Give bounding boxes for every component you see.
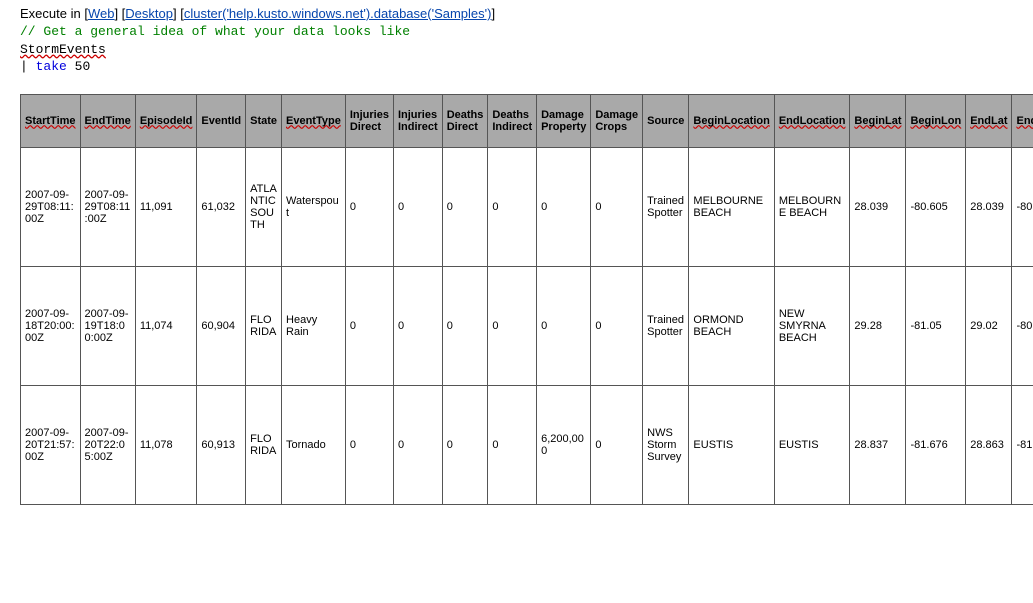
- results-table: StartTimeEndTimeEpisodeIdEventIdStateEve…: [20, 94, 1033, 505]
- table-cell: 0: [488, 266, 537, 385]
- table-cell: 0: [442, 266, 488, 385]
- table-cell: 0: [442, 385, 488, 504]
- col-header: Damage Property: [537, 94, 591, 147]
- table-cell: Heavy Rain: [282, 266, 346, 385]
- table-cell: 0: [591, 266, 643, 385]
- table-cell: EUSTIS: [689, 385, 774, 504]
- table-cell: EUSTIS: [774, 385, 850, 504]
- col-header: StartTime: [21, 94, 81, 147]
- table-cell: 2007-09-18T20:00:00Z: [21, 266, 81, 385]
- table-cell: Waterspout: [282, 147, 346, 266]
- table-cell: 0: [591, 147, 643, 266]
- table-cell: 0: [393, 385, 442, 504]
- col-header: EndTime: [80, 94, 135, 147]
- table-cell: -81.685: [1012, 385, 1033, 504]
- table-cell: 0: [537, 147, 591, 266]
- code-keyword-take: take: [36, 59, 67, 74]
- table-cell: ATLANTIC SOUTH: [246, 147, 282, 266]
- table-cell: NEW SMYRNA BEACH: [774, 266, 850, 385]
- col-header: EventId: [197, 94, 246, 147]
- query-editor[interactable]: // Get a general idea of what your data …: [20, 23, 1013, 76]
- col-header: Damage Crops: [591, 94, 643, 147]
- col-header: EventType: [282, 94, 346, 147]
- table-cell: 29.02: [966, 266, 1012, 385]
- table-cell: -80.605: [906, 147, 966, 266]
- table-cell: 2007-09-19T18:00:00Z: [80, 266, 135, 385]
- table-cell: 0: [345, 385, 393, 504]
- table-cell: FLORIDA: [246, 266, 282, 385]
- table-header-row: StartTimeEndTimeEpisodeIdEventIdStateEve…: [21, 94, 1033, 147]
- table-cell: 0: [345, 147, 393, 266]
- table-cell: -81.676: [906, 385, 966, 504]
- code-pipe: |: [20, 59, 28, 74]
- table-cell: Trained Spotter: [643, 266, 689, 385]
- col-header: Deaths Indirect: [488, 94, 537, 147]
- col-header: Source: [643, 94, 689, 147]
- col-header: BeginLocation: [689, 94, 774, 147]
- table-cell: -80.93: [1012, 266, 1033, 385]
- col-header: Injuries Direct: [345, 94, 393, 147]
- table-cell: 11,074: [135, 266, 197, 385]
- code-table-name: StormEvents: [20, 42, 106, 57]
- table-cell: 6,200,000: [537, 385, 591, 504]
- table-cell: Tornado: [282, 385, 346, 504]
- table-cell: 28.039: [966, 147, 1012, 266]
- col-header: Deaths Direct: [442, 94, 488, 147]
- table-cell: 11,091: [135, 147, 197, 266]
- table-body: 2007-09-29T08:11:00Z2007-09-29T08:11:00Z…: [21, 147, 1033, 504]
- table-row: 2007-09-18T20:00:00Z2007-09-19T18:00:00Z…: [21, 266, 1033, 385]
- col-header: EndLon: [1012, 94, 1033, 147]
- col-header: Injuries Indirect: [393, 94, 442, 147]
- table-cell: 28.837: [850, 385, 906, 504]
- table-cell: 2007-09-20T21:57:00Z: [21, 385, 81, 504]
- table-cell: 28.863: [966, 385, 1012, 504]
- table-cell: 2007-09-29T08:11:00Z: [21, 147, 81, 266]
- table-cell: FLORIDA: [246, 385, 282, 504]
- col-header: BeginLon: [906, 94, 966, 147]
- table-cell: 0: [488, 147, 537, 266]
- table-cell: NWS Storm Survey: [643, 385, 689, 504]
- exec-link-cluster[interactable]: cluster('help.kusto.windows.net').databa…: [184, 6, 492, 21]
- table-cell: 29.28: [850, 266, 906, 385]
- col-header: State: [246, 94, 282, 147]
- code-take-value: 50: [75, 59, 91, 74]
- col-header: EndLocation: [774, 94, 850, 147]
- table-cell: 0: [393, 266, 442, 385]
- exec-link-web[interactable]: Web: [88, 6, 115, 21]
- table-cell: 0: [442, 147, 488, 266]
- table-cell: ORMOND BEACH: [689, 266, 774, 385]
- table-cell: 61,032: [197, 147, 246, 266]
- table-cell: 0: [345, 266, 393, 385]
- table-cell: 0: [591, 385, 643, 504]
- table-row: 2007-09-20T21:57:00Z2007-09-20T22:05:00Z…: [21, 385, 1033, 504]
- table-cell: MELBOURNE BEACH: [689, 147, 774, 266]
- table-cell: 0: [488, 385, 537, 504]
- table-cell: 28.039: [850, 147, 906, 266]
- execute-line: Execute in [Web] [Desktop] [cluster('hel…: [20, 6, 1013, 21]
- table-cell: 60,904: [197, 266, 246, 385]
- table-cell: 60,913: [197, 385, 246, 504]
- execute-prefix: Execute in: [20, 6, 81, 21]
- table-row: 2007-09-29T08:11:00Z2007-09-29T08:11:00Z…: [21, 147, 1033, 266]
- table-cell: Trained Spotter: [643, 147, 689, 266]
- table-cell: -80.605: [1012, 147, 1033, 266]
- table-cell: 2007-09-29T08:11:00Z: [80, 147, 135, 266]
- code-comment: // Get a general idea of what your data …: [20, 24, 410, 39]
- col-header: EndLat: [966, 94, 1012, 147]
- table-cell: -81.05: [906, 266, 966, 385]
- table-cell: 0: [393, 147, 442, 266]
- col-header: BeginLat: [850, 94, 906, 147]
- table-cell: MELBOURNE BEACH: [774, 147, 850, 266]
- table-cell: 2007-09-20T22:05:00Z: [80, 385, 135, 504]
- table-cell: 0: [537, 266, 591, 385]
- col-header: EpisodeId: [135, 94, 197, 147]
- table-cell: 11,078: [135, 385, 197, 504]
- exec-link-desktop[interactable]: Desktop: [125, 6, 173, 21]
